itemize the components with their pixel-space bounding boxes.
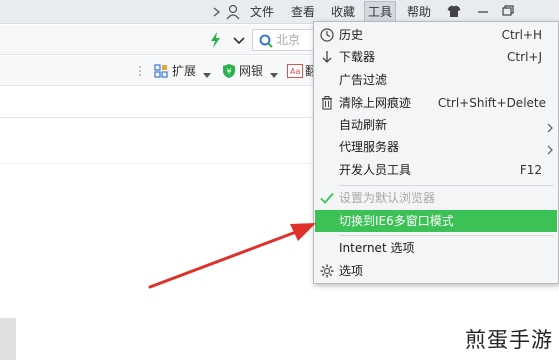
toolbar-grip [139, 65, 141, 77]
clock-icon [319, 27, 335, 43]
menu-item-switch-ie6-mode[interactable]: 切换到IE6多窗口模式 [315, 210, 557, 232]
menu-item-ad-filter[interactable]: 广告过滤 [314, 69, 558, 91]
menu-item-label: 自动刷新 [339, 118, 388, 132]
menu-item-label: 选项 [339, 264, 364, 278]
menu-item-auto-refresh[interactable]: 自动刷新 [314, 114, 558, 136]
search-placeholder: 北京 [276, 33, 301, 47]
download-icon [319, 49, 335, 65]
chevron-down-icon[interactable] [232, 33, 246, 47]
menu-item-label: 历史 [339, 28, 364, 42]
menu-item-shortcut: F12 [519, 163, 542, 177]
gear-icon [319, 263, 335, 279]
menu-item-set-default-browser: 设置为默认浏览器 [314, 187, 558, 209]
menu-item-history[interactable]: 历史 Ctrl+H [314, 24, 558, 46]
menu-item-label: Internet 选项 [339, 241, 415, 255]
user-icon[interactable] [225, 4, 241, 20]
menu-separator [339, 185, 554, 186]
menu-item-clear-traces[interactable]: 清除上网痕迹 Ctrl+Shift+Delete [314, 92, 558, 114]
menu-item-label: 切换到IE6多窗口模式 [339, 214, 454, 228]
watermark: 煎蛋手游 [465, 328, 553, 352]
netbank-button[interactable]: 网银 [239, 56, 263, 86]
svg-text:¥: ¥ [226, 67, 231, 76]
menu-item-label: 开发人员工具 [339, 163, 412, 177]
caret-down-icon[interactable] [270, 68, 278, 78]
menu-item-dev-tools[interactable]: 开发人员工具 F12 [314, 159, 558, 181]
chevron-right-icon [546, 119, 554, 133]
menu-item-options[interactable]: 选项 [314, 260, 558, 282]
menu-item-label: 设置为默认浏览器 [339, 191, 436, 205]
lightning-icon[interactable] [208, 31, 222, 49]
menu-tools[interactable]: 工具 [364, 1, 396, 23]
checkmark-icon [319, 190, 335, 206]
shield-icon[interactable]: ¥ [222, 63, 236, 79]
svg-text:Aa: Aa [290, 67, 300, 76]
minimize-icon[interactable] [472, 2, 494, 21]
extensions-button[interactable]: 扩展 [172, 56, 196, 86]
caret-down-icon[interactable] [203, 68, 211, 78]
menu-item-label: 清除上网痕迹 [339, 96, 412, 110]
chevron-right-icon [546, 141, 554, 155]
menu-item-shortcut: Ctrl+H [501, 28, 542, 42]
menu-item-shortcut: Ctrl+J [507, 50, 542, 64]
restore-icon[interactable] [497, 2, 519, 21]
tools-dropdown-menu: 历史 Ctrl+H 下载器 Ctrl+J 广告过滤 清除上网痕迹 Ctrl+Sh… [313, 21, 559, 284]
menu-item-label: 下载器 [339, 50, 376, 64]
menu-item-label: 代理服务器 [339, 140, 400, 154]
menu-item-shortcut: Ctrl+Shift+Delete [437, 96, 546, 110]
menu-item-proxy-server[interactable]: 代理服务器 [314, 136, 558, 158]
menu-item-label: 广告过滤 [339, 73, 388, 87]
trash-icon [319, 95, 335, 111]
close-button[interactable] [522, 2, 559, 21]
extensions-icon[interactable] [154, 64, 168, 78]
search-icon [258, 33, 274, 49]
chevron-right-icon[interactable] [211, 0, 223, 24]
translate-icon[interactable]: Aa [287, 64, 303, 78]
menu-item-downloader[interactable]: 下载器 Ctrl+J [314, 46, 558, 68]
menu-file[interactable]: 文件 [245, 0, 279, 24]
menu-separator [339, 235, 554, 236]
menu-item-internet-options[interactable]: Internet 选项 [314, 237, 558, 259]
shirt-icon[interactable] [443, 2, 465, 21]
